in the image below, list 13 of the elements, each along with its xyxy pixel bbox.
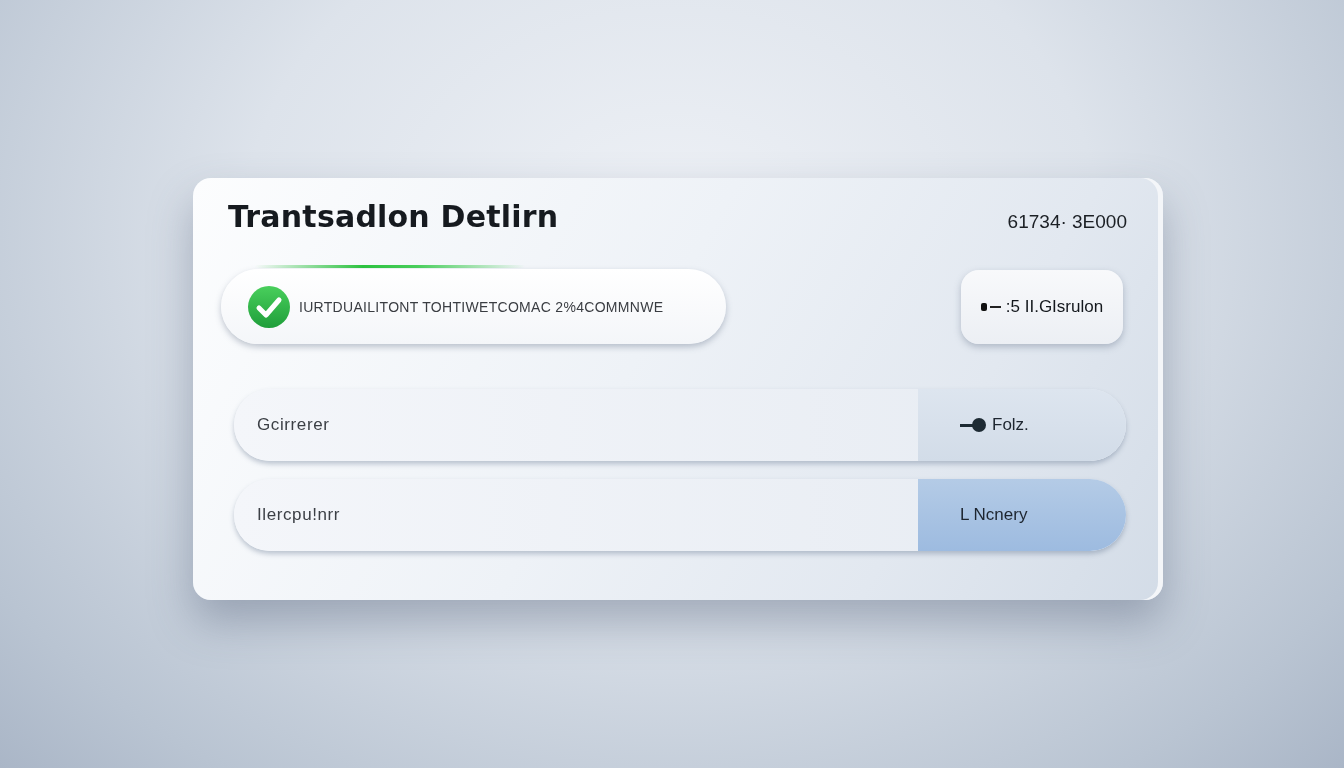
detail-row[interactable]: Gcirrerer Folz. bbox=[234, 389, 1126, 461]
card-title: Trantsadlon Detlirn bbox=[228, 198, 559, 236]
check-icon bbox=[248, 285, 290, 328]
row-value: Folz. bbox=[992, 415, 1029, 435]
dash-icon bbox=[980, 302, 1001, 312]
status-text: IURTDUAILITONT TOHTIWETCOMAC 2%4COMMNWE bbox=[299, 298, 664, 315]
row-label: Ilercpu!nrr bbox=[256, 504, 342, 526]
row-value: L Ncnery bbox=[960, 505, 1028, 525]
line-dot-icon bbox=[960, 418, 986, 432]
amount-text: 61734· 3E000 bbox=[1007, 210, 1127, 234]
action-button[interactable]: :5 II.GIsrulon bbox=[961, 270, 1123, 344]
row-label: Gcirrerer bbox=[256, 414, 331, 436]
detail-row[interactable]: Ilercpu!nrr L Ncnery bbox=[234, 479, 1126, 551]
